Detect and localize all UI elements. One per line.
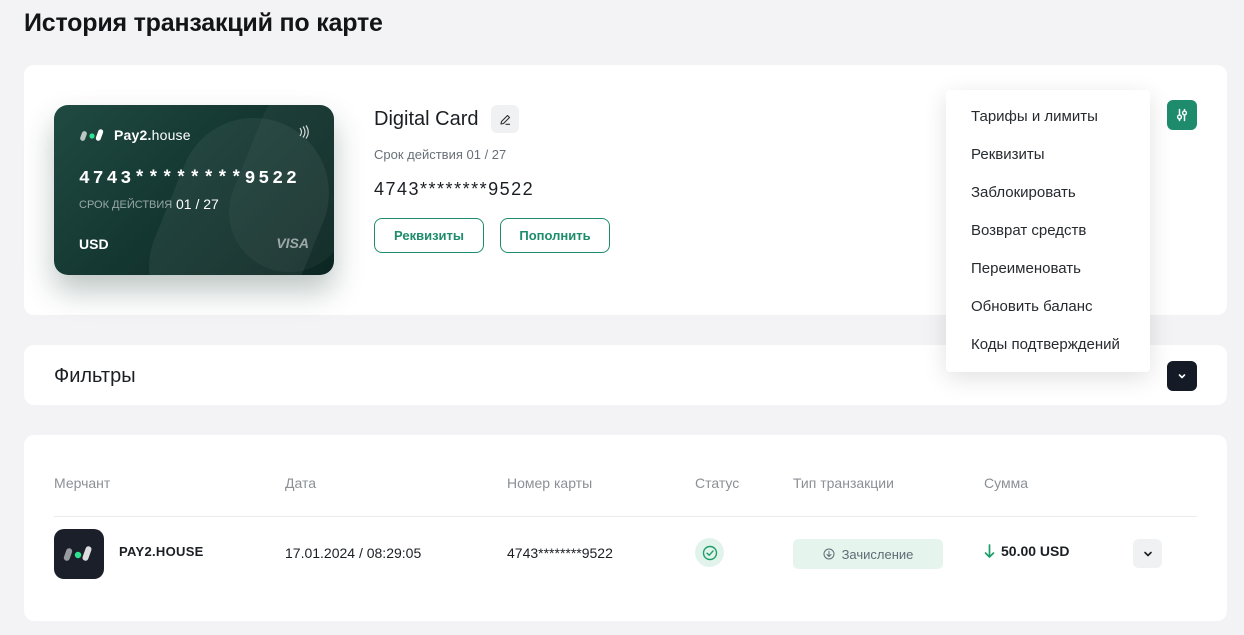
column-header-type: Тип транзакции — [793, 475, 894, 491]
column-header-date: Дата — [285, 475, 317, 491]
arrow-down-circle-icon — [823, 548, 835, 560]
menu-item-refund[interactable]: Возврат средств — [946, 220, 1150, 258]
card-expiry-label: СРОК ДЕЙСТВИЯ — [79, 199, 173, 211]
card-number-info: 4743********9522 — [374, 179, 535, 199]
card-number: 4743********9522 — [79, 169, 300, 189]
card-actions: Реквизиты Пополнить — [374, 218, 610, 253]
merchant-name: PAY2.HOUSE — [119, 544, 204, 559]
menu-item-details[interactable]: Реквизиты — [946, 144, 1150, 182]
transaction-amount: 50.00 USD — [984, 543, 1069, 559]
chevron-down-icon — [1143, 551, 1152, 556]
status-success-icon — [695, 538, 724, 567]
contactless-icon — [299, 125, 309, 139]
card-logo: Pay2.house — [80, 127, 191, 143]
transaction-card-number: 4743********9522 — [507, 545, 613, 561]
bank-card: Pay2.house 4743********9522 СРОК ДЕЙСТВИ… — [54, 105, 334, 275]
card-info: Digital Card Срок действия 01 / 27 4743*… — [374, 105, 610, 253]
sliders-icon — [1176, 108, 1188, 122]
menu-item-confirmation-codes[interactable]: Коды подтверждений — [946, 334, 1150, 372]
topup-button[interactable]: Пополнить — [500, 218, 610, 253]
transactions-table: Мерчант Дата Номер карты Статус Тип тран… — [24, 435, 1227, 621]
transaction-type-label: Зачисление — [841, 546, 914, 562]
card-expiry-info: Срок действия 01 / 27 — [374, 147, 507, 162]
filters-title: Фильтры — [54, 365, 136, 387]
edit-name-button[interactable] — [491, 105, 520, 133]
column-header-status: Статус — [695, 475, 740, 491]
transaction-date: 17.01.2024 / 08:29:05 — [285, 545, 422, 561]
card-name: Digital Card — [374, 107, 479, 130]
chevron-down-icon — [1178, 374, 1186, 379]
card-actions-menu: Тарифы и лимиты Реквизиты Заблокировать … — [946, 90, 1150, 372]
pay2house-logo-icon — [80, 129, 104, 141]
arrow-down-icon — [984, 543, 995, 558]
column-header-amount: Сумма — [984, 475, 1028, 491]
menu-item-rename[interactable]: Переименовать — [946, 258, 1150, 296]
check-circle-icon — [702, 545, 717, 560]
page-title: История транзакций по карте — [24, 9, 383, 37]
transaction-amount-value: 50.00 USD — [1001, 543, 1070, 559]
details-button[interactable]: Реквизиты — [374, 218, 484, 253]
card-name-row: Digital Card — [374, 105, 610, 133]
column-header-merchant: Мерчант — [54, 475, 111, 491]
visa-logo: VISA — [276, 235, 309, 251]
card-currency: USD — [79, 236, 109, 252]
card-expiry-value: 01 / 27 — [176, 196, 219, 212]
card-settings-button[interactable] — [1167, 100, 1197, 130]
pencil-icon — [500, 114, 511, 125]
column-header-card-number: Номер карты — [507, 475, 593, 491]
merchant-logo — [54, 529, 104, 579]
expand-row-button[interactable] — [1133, 539, 1162, 568]
pay2house-logo-icon — [63, 546, 92, 561]
menu-item-tariffs[interactable]: Тарифы и лимиты — [946, 106, 1150, 144]
table-divider — [54, 516, 1197, 517]
menu-item-refresh-balance[interactable]: Обновить баланс — [946, 296, 1150, 334]
card-brand-text: Pay2.house — [114, 127, 191, 143]
filters-toggle-button[interactable] — [1167, 361, 1197, 391]
transaction-type-badge: Зачисление — [793, 539, 943, 569]
menu-item-block[interactable]: Заблокировать — [946, 182, 1150, 220]
